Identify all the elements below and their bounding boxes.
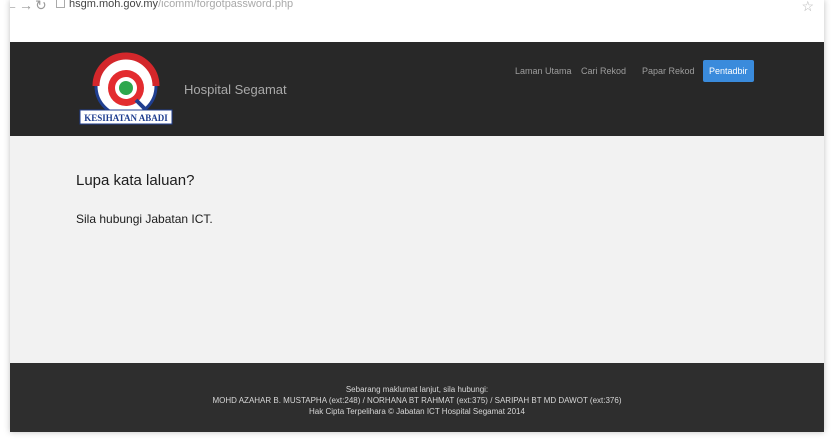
hospital-logo[interactable]: KESIHATAN ABADI [74,48,178,130]
info-message: Sila hubungi Jabatan ICT. [76,212,213,226]
main-content: Lupa kata laluan? Sila hubungi Jabatan I… [10,136,824,363]
page-screenshot: ← → ↻ hsgm.moh.gov.my/icomm/forgotpasswo… [10,0,824,432]
back-arrow-icon[interactable]: ← [10,0,18,14]
nav-laman-utama[interactable]: Laman Utama [515,62,572,80]
reload-icon[interactable]: ↻ [35,0,47,14]
footer-contacts: MOHD AZAHAR B. MUSTAPHA (ext:248) / NORH… [212,396,622,405]
forward-arrow-icon[interactable]: → [19,0,33,14]
logo-caption: KESIHATAN ABADI [84,113,168,123]
url-path: /icomm/forgotpassword.php [158,0,294,10]
site-brand[interactable]: Hospital Segamat [184,82,287,97]
nav-cari-rekod[interactable]: Cari Rekod [581,62,626,80]
footer-copyright: Hak Cipta Terpelihara © Jabatan ICT Hosp… [309,407,525,416]
url-domain: hsgm.moh.gov.my [69,0,159,10]
page-title: Lupa kata laluan? [76,172,195,189]
nav-pentadbir[interactable]: Pentadbir [703,60,754,82]
address-bar[interactable]: hsgm.moh.gov.my/icomm/forgotpassword.php [56,0,293,12]
site-footer: Sebarang maklumat lanjut, sila hubungi: … [10,363,824,432]
bookmark-star-icon[interactable]: ☆ [801,0,814,15]
nav-papar-rekod[interactable]: Papar Rekod [642,62,695,80]
browser-toolbar: ← → ↻ hsgm.moh.gov.my/icomm/forgotpasswo… [10,0,824,42]
page-icon [56,0,65,8]
footer-contact-heading: Sebarang maklumat lanjut, sila hubungi: [345,385,489,394]
site-header: KESIHATAN ABADI Hospital Segamat Laman U… [10,42,824,136]
